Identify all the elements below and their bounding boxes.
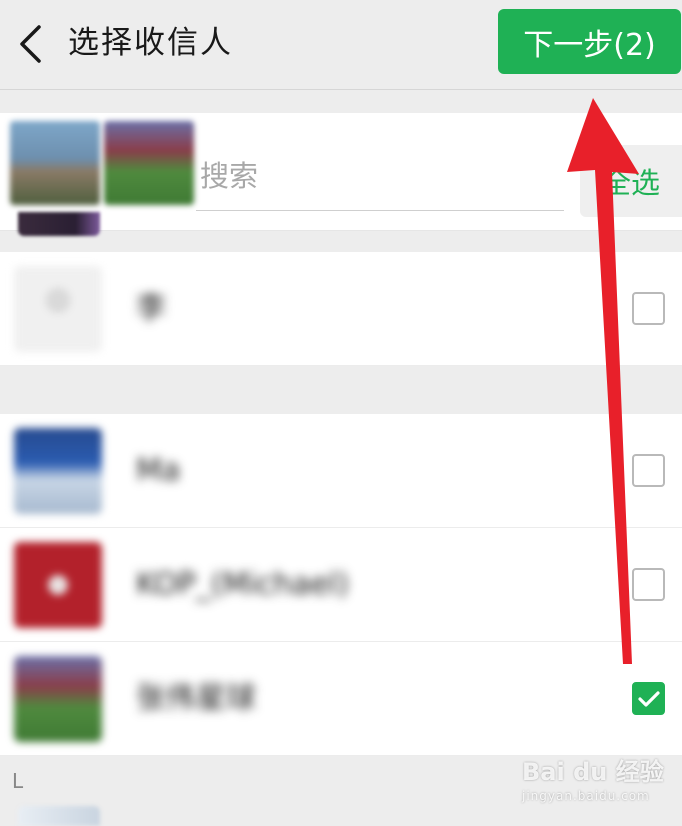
contact-name: Ma <box>136 453 181 488</box>
avatar <box>18 212 100 236</box>
list-item[interactable]: Ma <box>0 414 682 528</box>
list-item[interactable]: 张伟星球 <box>0 642 682 756</box>
contact-checkbox[interactable] <box>632 454 665 487</box>
contact-checkbox[interactable] <box>632 682 665 715</box>
watermark-logo: Bai du 经验 <box>522 758 664 786</box>
contact-checkbox[interactable] <box>632 292 665 325</box>
back-button[interactable] <box>12 22 48 66</box>
list-item[interactable]: KOP_(Michael) <box>0 528 682 642</box>
avatar <box>14 656 102 742</box>
watermark: Bai du 经验 jingyan.baidu.com <box>522 752 672 812</box>
page-title: 选择收信人 <box>68 25 233 61</box>
watermark-url: jingyan.baidu.com <box>522 789 650 803</box>
selected-avatar[interactable] <box>104 121 194 205</box>
avatar <box>14 542 102 628</box>
selected-contacts-strip <box>4 113 202 213</box>
contact-checkbox[interactable] <box>632 568 665 601</box>
contact-name: 李 <box>136 291 166 326</box>
contact-name: 张伟星球 <box>136 681 256 716</box>
selected-avatar[interactable] <box>10 121 100 205</box>
search-input[interactable] <box>196 141 564 211</box>
list-item[interactable]: 李 <box>0 252 682 366</box>
avatar <box>14 428 102 514</box>
chevron-left-icon <box>20 25 41 63</box>
contact-name: KOP_(Michael) <box>136 567 350 602</box>
avatar <box>18 806 100 826</box>
search-row: 全选 <box>0 113 682 231</box>
select-all-button[interactable]: 全选 <box>580 145 682 217</box>
section-header <box>0 366 682 414</box>
top-bar: 选择收信人 下一步(2) <box>0 0 682 90</box>
next-step-button[interactable]: 下一步(2) <box>498 9 681 74</box>
avatar <box>14 266 102 352</box>
checkmark-icon <box>637 690 660 707</box>
